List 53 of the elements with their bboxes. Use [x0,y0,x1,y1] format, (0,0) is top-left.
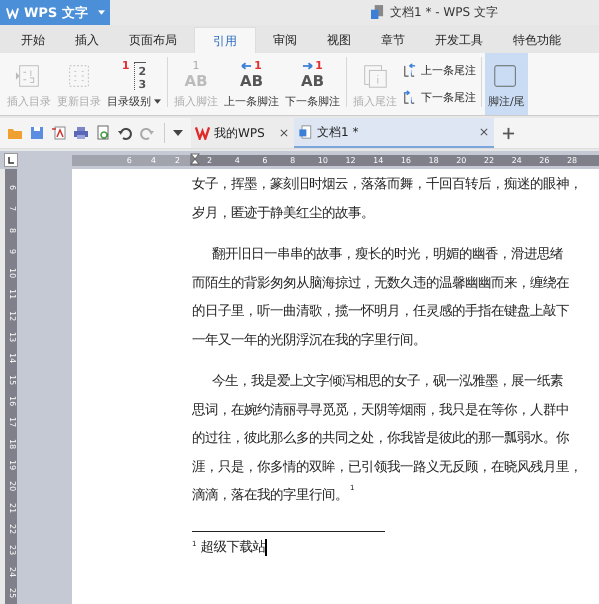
ribbon-tab[interactable]: 页面布局 [116,27,190,53]
bracket-arrow-icon [402,63,417,78]
tab-stop-icon[interactable] [4,153,18,167]
text-line: 的日子里，听一曲清歌，揽一怀明月，任灵感的手指在键盘上敲下 [192,302,570,321]
ribbon-button[interactable]: 1 AB 上一条脚注 [221,53,282,115]
ribbon-tab[interactable]: 审阅 [260,27,310,53]
save-icon[interactable] [29,125,45,141]
ribbon-button[interactable]: 1 2 3 目录级别 [104,53,164,115]
ribbon-tab[interactable]: 章节 [368,27,418,53]
text-line: 思词，在婉约清丽寻寻觅觅，天阴等烟雨，我只是在等你，人群中 [192,402,570,420]
text-line: 涯，只是，你多情的双眸，已引领我一路义无反顾，在晓风残月里， [192,458,583,476]
print-preview-icon[interactable] [95,125,111,141]
w-logo-icon [195,126,210,140]
undo-icon[interactable] [117,125,133,141]
pdf-export-icon[interactable] [51,125,67,141]
ribbon-tab[interactable]: 插入 [62,27,112,53]
ribbon-button[interactable]: 1 AB 下一条脚注 [282,53,343,115]
indent-marker-icon[interactable] [190,153,200,167]
ab-letters-icon: 1 AB [184,60,208,90]
horizontal-ruler: 6 4 2 2 4 6 8 10 12 14 16 18 20 22 24 26 28 [72,154,599,166]
vertical-ruler: 6 7 8 9 10 11 12 13 14 15 16 17 18 19 20 21 22 23 24 25 [5,169,17,604]
ribbon-tab[interactable]: 开始 [8,27,58,53]
text-line: 女子，挥墨，篆刻旧时烟云，落落而舞，千回百转后，痴迷的眼神， [192,176,583,194]
ribbon-button[interactable]: 下一条尾注 [402,90,476,105]
ribbon-tab[interactable]: 开发工具 [422,27,496,53]
document-icon [371,5,384,20]
text-line: 的过往，彼此那么多的共同之处，你我皆是彼此的那一瓢弱水。你 [192,430,570,448]
text-cursor [265,538,268,556]
w-logo-icon [6,6,19,18]
dropdown-caret-icon[interactable] [173,130,183,136]
window-title: 文档1 * - WPS 文字 [390,4,498,21]
ribbon-tab[interactable]: 视图 [314,27,364,53]
ribbon-tab[interactable]: 特色功能 [500,27,574,53]
text-line: 滴滴，落在我的字里行间。$^{1}$ [192,483,356,505]
footnote-text: 超级下载站 [200,538,266,556]
bracket-arrow-icon [402,90,417,105]
selected-ribbon-button[interactable]: 脚注/尾 [485,53,528,115]
caret-icon [98,10,105,15]
document-tab[interactable]: 文档1 * [294,118,494,148]
close-icon[interactable] [480,128,488,136]
print-icon[interactable] [73,125,89,141]
app-name: WPS 文字 [24,4,88,22]
text-line: 一年又一年的光阴浮沉在我的字里行间。 [192,332,427,350]
text-line: 今生，我是爱上文字倾泻相思的女子，砚一泓雅墨，展一纸素 [211,372,564,391]
text-line: 岁月，匿迹于静美红尘的故事。 [192,204,375,222]
ribbon-tab[interactable]: 引用 [194,27,256,53]
document-tab[interactable]: 我的WPS [191,118,294,148]
text-line: 而陌生的背影匆匆从脑海掠过，无数久违的温馨幽幽而来，缠绕在 [192,274,570,292]
document-icon [298,125,313,139]
text-line: 翻开旧日一串串的故事，瘦长的时光，明媚的幽香，滑进思绪 [211,246,564,264]
close-icon[interactable] [280,129,288,137]
ribbon-button[interactable]: 上一条尾注 [402,63,476,78]
add-tab-icon[interactable] [502,126,515,140]
